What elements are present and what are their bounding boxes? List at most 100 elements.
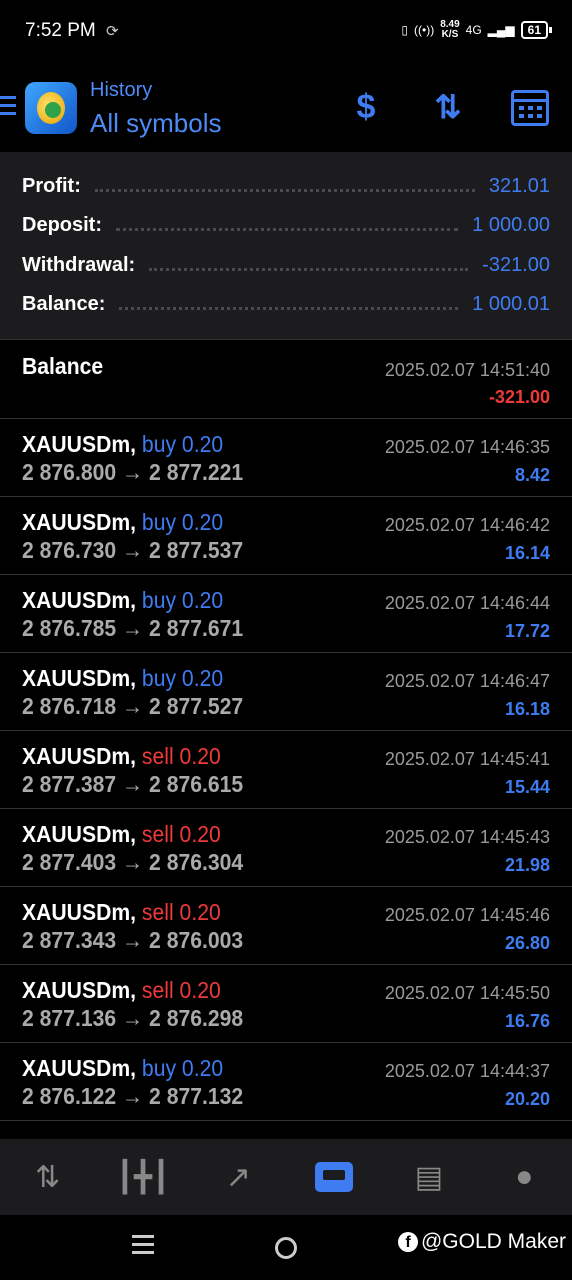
close-price: 2 877.537 — [149, 537, 244, 563]
deal-row[interactable]: XAUUSDm, sell 0.20 2 877.387 → 2 876.615 2… — [0, 730, 572, 808]
quotes-icon[interactable]: ⇅ — [0, 1139, 95, 1215]
deal-row[interactable]: XAUUSDm, buy 0.20 2 876.785 → 2 877.671 20… — [0, 574, 572, 652]
status-indicators: ▯ ((•)) 8.49 K/S 4G ▂▄▆ 61 — [401, 20, 553, 40]
open-price: 2 876.785 — [22, 615, 117, 641]
news-icon[interactable]: ▤ — [381, 1139, 476, 1215]
calendar-icon[interactable] — [508, 88, 552, 128]
facebook-icon: f — [397, 1232, 418, 1252]
menu-icon[interactable] — [0, 96, 16, 118]
home-icon[interactable] — [275, 1237, 297, 1259]
deal-row[interactable]: XAUUSDm, sell 0.20 2 877.136 → 2 876.298 2… — [0, 964, 572, 1042]
price-arrow: → — [122, 693, 144, 719]
close-price: 2 876.003 — [149, 927, 244, 953]
deal-row[interactable]: XAUUSDm, buy 0.20 2 876.122 → 2 877.132 20… — [0, 1042, 572, 1120]
open-price: 2 877.136 — [22, 1005, 117, 1031]
deal-profit: 21.98 — [504, 855, 550, 875]
hotspot-icon: ((•)) — [414, 23, 435, 37]
summary-value: -321.00 — [482, 253, 550, 276]
close-price: 2 877.221 — [149, 459, 244, 485]
deal-prices: 2 877.136 → 2 876.298 — [22, 1005, 243, 1032]
net-speed: 8.49 K/S — [440, 20, 459, 40]
deal-row[interactable]: XAUUSDm, buy 0.20 2 876.730 → 2 877.537 20… — [0, 496, 572, 574]
balance-row[interactable]: Balance 2025.02.07 14:51:40 -321.00 — [0, 339, 572, 418]
deal-prices: 2 877.343 → 2 876.003 — [22, 927, 243, 954]
deal-prices: 2 876.718 → 2 877.527 — [22, 693, 243, 720]
history-icon[interactable] — [286, 1139, 381, 1215]
app-header: History All symbols $ ⇅ — [0, 64, 572, 152]
deal-row[interactable]: XAUUSDm, buy 0.20 2 876.800 → 2 877.221 20… — [0, 418, 572, 496]
deal-prices: 2 876.730 → 2 877.537 — [22, 537, 243, 564]
summary-value: 1 000.01 — [472, 292, 550, 315]
open-price: 2 876.122 — [22, 1083, 117, 1109]
chart-icon[interactable]: ┃╋┃ — [95, 1139, 190, 1215]
deal-prices: 2 876.800 → 2 877.221 — [22, 459, 243, 486]
deal-type: buy 0.20 — [141, 587, 224, 613]
deal-symbol: XAUUSDm, buy 0.20 — [22, 431, 223, 458]
summary-profit: Profit: 321.01 — [22, 171, 550, 201]
summary-label: Deposit: — [22, 213, 102, 236]
recents-icon[interactable] — [132, 1235, 154, 1259]
summary-withdrawal: Withdrawal: -321.00 — [22, 250, 550, 280]
deal-date: 2025.02.07 14:51:40 — [384, 360, 550, 380]
price-arrow: → — [122, 771, 144, 797]
open-price: 2 877.387 — [22, 771, 117, 797]
battery-icon: 61 — [520, 21, 553, 39]
sort-icon[interactable]: ⇅ — [426, 88, 470, 128]
history-list[interactable]: Balance 2025.02.07 14:51:40 -321.00 XAUU… — [0, 339, 572, 1139]
price-arrow: → — [122, 459, 144, 485]
deal-profit: 8.42 — [514, 465, 550, 485]
deal-profit: 17.72 — [504, 621, 550, 641]
deal-date: 2025.02.07 14:46:44 — [384, 593, 550, 613]
deal-date: 2025.02.07 14:45:50 — [384, 983, 550, 1003]
deal-type: sell 0.20 — [141, 977, 221, 1003]
deal-date: 2025.02.07 14:45:46 — [384, 905, 550, 925]
deal-row[interactable]: XAUUSDm, buy 0.20 2 876.718 → 2 877.527 20… — [0, 652, 572, 730]
deal-date: 2025.02.07 14:44:37 — [384, 1061, 550, 1081]
deposit-icon[interactable]: $ — [344, 88, 388, 128]
deal-symbol: XAUUSDm, buy 0.20 — [22, 587, 223, 614]
price-arrow: → — [122, 1005, 144, 1031]
symbol-name: XAUUSDm, — [22, 977, 137, 1003]
deal-prices: 2 877.403 → 2 876.304 — [22, 849, 243, 876]
network-type: 4G — [465, 23, 482, 37]
deal-date: 2025.02.07 14:45:41 — [384, 749, 550, 769]
watermark-text: @GOLD Maker — [420, 1230, 566, 1253]
deal-symbol: XAUUSDm, sell 0.20 — [22, 821, 221, 848]
symbol-name: XAUUSDm, — [22, 509, 137, 535]
close-price: 2 877.132 — [149, 1083, 244, 1109]
deal-symbol: XAUUSDm, buy 0.20 — [22, 509, 223, 536]
deal-row[interactable]: XAUUSDm, sell 0.20 2 877.403 → 2 876.304 2… — [0, 808, 572, 886]
history-summary: Profit: 321.01 Deposit: 1 000.00 Withdra… — [0, 152, 572, 339]
app-logo — [25, 82, 77, 134]
symbol-name: XAUUSDm, — [22, 899, 137, 925]
balance-label: Balance — [22, 353, 104, 379]
price-arrow: → — [122, 537, 144, 563]
price-arrow: → — [122, 849, 144, 875]
list-item-partial[interactable] — [0, 1120, 572, 1139]
bottom-navigation: ⇅ ┃╋┃ ↗ ▤ ● — [0, 1139, 572, 1215]
deal-profit: 16.14 — [504, 543, 550, 563]
symbol-name: XAUUSDm, — [22, 743, 137, 769]
symbol-name: XAUUSDm, — [22, 821, 137, 847]
deal-profit: 26.80 — [504, 933, 550, 953]
open-price: 2 876.730 — [22, 537, 117, 563]
summary-label: Balance: — [22, 292, 106, 315]
deal-type: sell 0.20 — [141, 821, 221, 847]
symbol-filter[interactable]: All symbols — [90, 108, 221, 139]
open-price: 2 877.343 — [22, 927, 117, 953]
page-title: History — [90, 79, 153, 101]
deal-type: buy 0.20 — [141, 431, 224, 457]
open-price: 2 876.800 — [22, 459, 117, 485]
dotted-leader — [94, 188, 475, 192]
close-price: 2 877.671 — [149, 615, 244, 641]
dotted-leader — [149, 267, 469, 271]
signal-icon: ▂▄▆ — [487, 23, 515, 37]
summary-deposit: Deposit: 1 000.00 — [22, 210, 550, 240]
deal-symbol: XAUUSDm, buy 0.20 — [22, 665, 223, 692]
summary-label: Withdrawal: — [22, 253, 136, 276]
messages-icon[interactable]: ● — [477, 1139, 572, 1215]
net-speed-unit: K/S — [441, 29, 459, 40]
deal-row[interactable]: XAUUSDm, sell 0.20 2 877.343 → 2 876.003 2… — [0, 886, 572, 964]
deal-type: sell 0.20 — [141, 743, 221, 769]
trade-icon[interactable]: ↗ — [191, 1139, 286, 1215]
